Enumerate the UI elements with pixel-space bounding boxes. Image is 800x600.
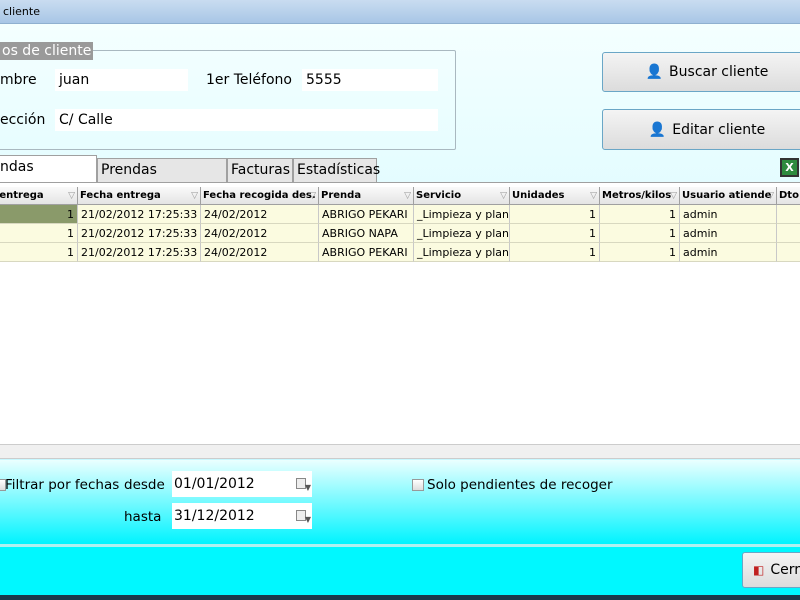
table-cell[interactable]: ABRIGO PEKARI: [319, 205, 414, 224]
from-label: desde: [124, 477, 165, 493]
horizontal-scrollbar[interactable]: [0, 444, 800, 459]
group-legend: os de cliente: [0, 42, 94, 60]
table-cell[interactable]: 1: [510, 243, 600, 262]
column-header[interactable]: Fecha recogida des. ▽: [201, 187, 319, 205]
table-cell[interactable]: 24/02/2012: [201, 205, 319, 224]
column-header-label: cket entrega: [0, 190, 44, 201]
excel-export-icon[interactable]: X: [780, 158, 799, 177]
column-header-label: Unidades: [512, 190, 565, 201]
table-cell[interactable]: [777, 205, 800, 224]
table-cell[interactable]: 21/02/2012 17:25:33: [78, 224, 201, 243]
client-data-group: [0, 50, 456, 150]
table-cell[interactable]: 24/02/2012: [201, 224, 319, 243]
phone-field[interactable]: 5555: [302, 69, 438, 91]
table-cell[interactable]: 1: [510, 224, 600, 243]
filter-icon[interactable]: ▽: [68, 187, 75, 204]
table-cell[interactable]: [777, 224, 800, 243]
name-field[interactable]: juan: [55, 69, 188, 91]
filter-icon[interactable]: ▽: [590, 187, 597, 204]
deliveries-grid: cket entrega▽Fecha entrega▽Fecha recogid…: [0, 182, 800, 444]
filter-icon[interactable]: ▽: [191, 187, 198, 204]
table-cell[interactable]: 1: [0, 224, 78, 243]
filter-icon[interactable]: ▽: [500, 187, 507, 204]
table-cell[interactable]: admin: [680, 224, 777, 243]
dropdown-arrow-icon: ▼: [304, 515, 311, 524]
filter-icon[interactable]: ▽: [767, 187, 774, 204]
title-bar: cliente: [0, 0, 800, 24]
column-header-label: Dto.: [779, 190, 800, 201]
to-date-picker[interactable]: 31/12/2012 ▼: [172, 503, 312, 529]
edit-client-button[interactable]: 👤 Editar cliente: [602, 109, 800, 150]
table-cell[interactable]: 21/02/2012 17:25:33: [78, 243, 201, 262]
column-header[interactable]: cket entrega ▽: [0, 187, 78, 205]
table-cell[interactable]: 21/02/2012 17:25:33: [78, 205, 201, 224]
table-cell[interactable]: _Limpieza y planc: [414, 224, 510, 243]
phone-label: 1er Teléfono: [206, 72, 292, 88]
name-label: mbre: [0, 72, 37, 88]
address-label: ección: [0, 112, 46, 128]
filter-icon[interactable]: ▽: [404, 187, 411, 204]
table-cell[interactable]: 1: [0, 205, 78, 224]
bottom-bar: [0, 544, 800, 595]
column-header-label: Metros/kilos: [602, 190, 672, 201]
to-label: hasta: [124, 509, 162, 525]
table-cell[interactable]: 1: [0, 243, 78, 262]
filter-icon[interactable]: ▽: [309, 187, 316, 204]
close-button[interactable]: ◧ Cerr: [742, 552, 800, 588]
column-header[interactable]: Usuario atiende ▽: [680, 187, 777, 205]
table-cell[interactable]: [777, 243, 800, 262]
table-cell[interactable]: ABRIGO PEKARI: [319, 243, 414, 262]
table-cell[interactable]: 1: [510, 205, 600, 224]
tab-facturas[interactable]: Facturas: [227, 158, 293, 182]
table-cell[interactable]: 1: [600, 224, 680, 243]
column-header[interactable]: Prenda ▽: [319, 187, 414, 205]
filter-icon[interactable]: ▽: [670, 187, 677, 204]
table-cell[interactable]: admin: [680, 205, 777, 224]
table-cell[interactable]: 1: [600, 205, 680, 224]
address-field[interactable]: C/ Calle: [55, 109, 438, 131]
exit-door-icon: ◧: [753, 563, 765, 577]
column-header[interactable]: Fecha entrega ▽: [78, 187, 201, 205]
date-filter-label: Filtrar por fechas: [5, 477, 120, 493]
filter-panel: [0, 460, 800, 544]
pending-label: Solo pendientes de recoger: [427, 477, 613, 493]
table-cell[interactable]: admin: [680, 243, 777, 262]
table-cell[interactable]: ABRIGO NAPA: [319, 224, 414, 243]
user-edit-icon: 👤: [648, 121, 667, 138]
column-header-label: Usuario atiende: [682, 190, 772, 201]
pending-checkbox[interactable]: [412, 479, 424, 491]
search-client-button[interactable]: 👤 Buscar cliente: [602, 52, 800, 92]
tab-prendas-recogidas[interactable]: Prendas recogidas: [97, 158, 227, 200]
table-cell[interactable]: _Limpieza y planc: [414, 243, 510, 262]
column-header-label: Fecha recogida des.: [203, 190, 316, 201]
table-cell[interactable]: 1: [600, 243, 680, 262]
dropdown-arrow-icon: ▼: [304, 483, 311, 492]
column-header-label: Fecha entrega: [80, 190, 161, 201]
user-search-icon: 👤: [645, 64, 664, 80]
tab-estadisticas[interactable]: Estadísticas: [293, 158, 380, 182]
from-date-picker[interactable]: 01/01/2012 ▼: [172, 471, 312, 497]
column-header[interactable]: Dto.: [777, 187, 800, 205]
column-header[interactable]: Unidades ▽: [510, 187, 600, 205]
column-header-label: Prenda: [321, 190, 362, 201]
table-cell[interactable]: 24/02/2012: [201, 243, 319, 262]
taskbar-edge: [0, 595, 800, 600]
table-cell[interactable]: _Limpieza y planc: [414, 205, 510, 224]
column-header-label: Servicio: [416, 190, 462, 201]
column-header[interactable]: Servicio ▽: [414, 187, 510, 205]
tab-prendas-entregas[interactable]: ndas entregas: [0, 155, 97, 197]
column-header[interactable]: Metros/kilos ▽: [600, 187, 680, 205]
